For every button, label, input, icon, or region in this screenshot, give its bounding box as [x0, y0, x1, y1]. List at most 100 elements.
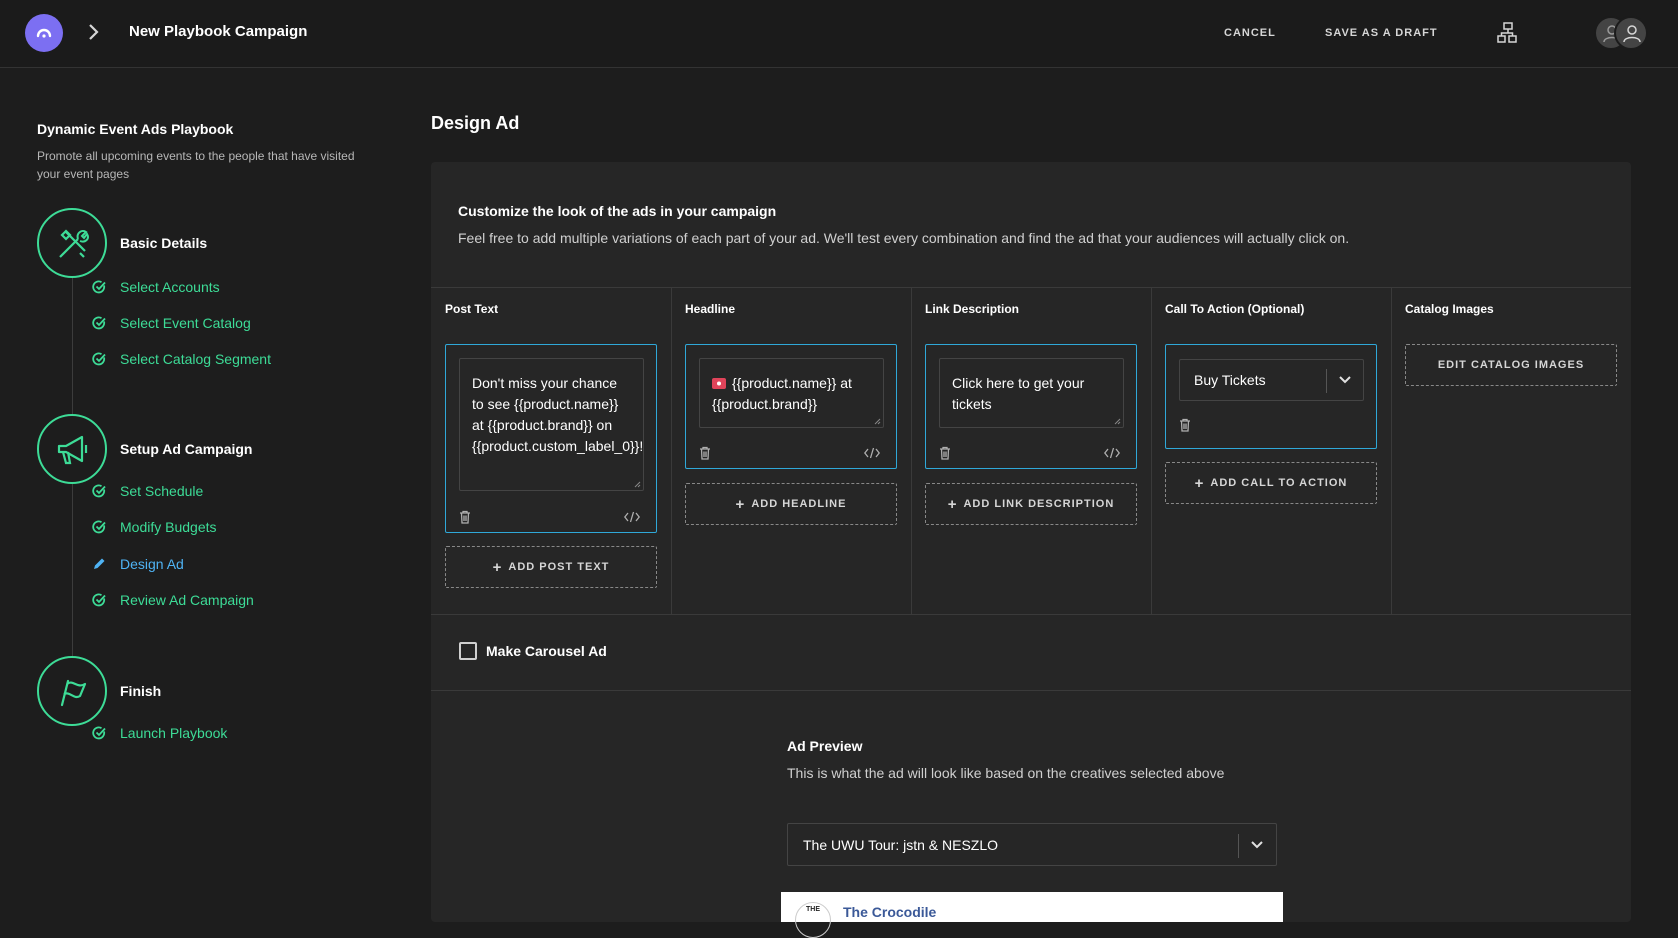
- column-header-post-text: Post Text: [445, 302, 499, 316]
- headline-value: {{product.name}} at {{product.brand}}: [712, 375, 852, 412]
- trash-icon[interactable]: [459, 510, 471, 524]
- plus-icon: +: [1194, 474, 1205, 492]
- link-description-input[interactable]: Click here to get your tickets: [939, 358, 1124, 428]
- ad-preview-frame: THE The Crocodile: [781, 892, 1283, 938]
- card-description: Feel free to add multiple variations of …: [458, 230, 1350, 246]
- step-title: Basic Details: [120, 235, 208, 251]
- sidebar-item-label: Design Ad: [120, 556, 184, 572]
- trash-icon[interactable]: [939, 446, 951, 460]
- step-title: Finish: [120, 683, 162, 699]
- column-divider: [1391, 287, 1392, 615]
- avatar[interactable]: [1614, 16, 1648, 50]
- sidebar-item-design-ad[interactable]: Design Ad: [92, 556, 184, 572]
- button-label: ADD LINK DESCRIPTION: [963, 498, 1115, 510]
- playbook-title: Dynamic Event Ads Playbook: [37, 121, 234, 137]
- add-post-text-button[interactable]: + ADD POST TEXT: [445, 546, 657, 588]
- plus-icon: +: [492, 558, 503, 576]
- column-divider: [911, 287, 912, 615]
- preview-event-value: The UWU Tour: jstn & NESZLO: [803, 837, 999, 853]
- add-link-description-button[interactable]: + ADD LINK DESCRIPTION: [925, 483, 1137, 525]
- code-icon[interactable]: [1104, 447, 1120, 459]
- ad-preview-description: This is what the ad will look like based…: [787, 765, 1225, 781]
- sidebar-item-label: Launch Playbook: [120, 725, 228, 741]
- trash-icon[interactable]: [699, 446, 711, 460]
- link-description-value: Click here to get your tickets: [952, 375, 1085, 412]
- code-icon[interactable]: [624, 511, 640, 523]
- flag-icon: [60, 679, 87, 707]
- resize-handle-icon[interactable]: [1113, 417, 1121, 425]
- sidebar-item-select-accounts[interactable]: Select Accounts: [92, 279, 220, 295]
- cancel-button[interactable]: CANCEL: [1224, 27, 1276, 39]
- post-text-variation: Don't miss your chance to see {{product.…: [445, 344, 657, 533]
- card-title: Customize the look of the ads in your ca…: [458, 203, 777, 219]
- sidebar-item-label: Select Accounts: [120, 279, 220, 295]
- user-icon: [1623, 25, 1641, 43]
- sidebar: Dynamic Event Ads Playbook Promote all u…: [0, 69, 420, 913]
- code-icon[interactable]: [864, 447, 880, 459]
- column-header-call-to-action: Call To Action (Optional): [1165, 302, 1305, 316]
- add-headline-button[interactable]: + ADD HEADLINE: [685, 483, 897, 525]
- check-circle-icon: [92, 352, 106, 366]
- chevron-down-icon: [1339, 376, 1351, 384]
- sidebar-item-set-schedule[interactable]: Set Schedule: [92, 483, 203, 499]
- post-text-input[interactable]: Don't miss your chance to see {{product.…: [459, 358, 644, 491]
- step-connector: [72, 277, 73, 417]
- check-circle-icon: [92, 593, 106, 607]
- column-divider: [671, 287, 672, 615]
- page-title: New Playbook Campaign: [129, 23, 308, 40]
- select-divider: [1326, 369, 1327, 393]
- resize-handle-icon[interactable]: [633, 480, 641, 488]
- design-ad-card: Customize the look of the ads in your ca…: [431, 162, 1631, 938]
- column-divider: [1151, 287, 1152, 615]
- megaphone-icon: [57, 435, 88, 465]
- sidebar-item-select-event-catalog[interactable]: Select Event Catalog: [92, 315, 251, 331]
- trash-icon[interactable]: [1179, 418, 1191, 432]
- check-circle-icon: [92, 726, 106, 740]
- add-call-to-action-button[interactable]: + ADD CALL TO ACTION: [1165, 462, 1377, 504]
- sidebar-item-label: Select Event Catalog: [120, 315, 251, 331]
- carousel-label: Make Carousel Ad: [486, 643, 607, 659]
- app-logo[interactable]: [25, 14, 63, 52]
- call-to-action-select[interactable]: Buy Tickets: [1179, 359, 1364, 401]
- playbook-description: Promote all upcoming events to the peopl…: [37, 149, 355, 181]
- user-avatars[interactable]: [1594, 16, 1650, 50]
- step-title: Setup Ad Campaign: [120, 441, 253, 457]
- plus-icon: +: [735, 495, 746, 513]
- sidebar-item-modify-budgets[interactable]: Modify Budgets: [92, 519, 217, 535]
- divider: [431, 690, 1631, 691]
- headline-input[interactable]: {{product.name}} at {{product.brand}}: [699, 358, 884, 428]
- pencil-icon: [94, 558, 105, 569]
- check-circle-icon: [92, 484, 106, 498]
- check-circle-icon: [92, 520, 106, 534]
- check-circle-icon: [92, 280, 106, 294]
- tools-icon: [59, 229, 89, 258]
- ad-preview-title: Ad Preview: [787, 738, 863, 754]
- make-carousel-checkbox[interactable]: Make Carousel Ad: [459, 642, 607, 660]
- headline-variation: {{product.name}} at {{product.brand}}: [685, 344, 897, 469]
- column-header-headline: Headline: [685, 302, 736, 316]
- save-draft-button[interactable]: SAVE AS A DRAFT: [1325, 27, 1438, 39]
- column-header-link-description: Link Description: [925, 302, 1020, 316]
- column-header-catalog-images: Catalog Images: [1405, 302, 1494, 316]
- plus-icon: +: [947, 495, 958, 513]
- sidebar-item-review-ad-campaign[interactable]: Review Ad Campaign: [92, 592, 254, 608]
- resize-handle-icon[interactable]: [873, 417, 881, 425]
- button-label: ADD POST TEXT: [508, 561, 610, 573]
- ticket-icon: [712, 378, 726, 389]
- step-setup-ad-campaign-icon: [37, 414, 107, 484]
- sidebar-item-label: Review Ad Campaign: [120, 592, 254, 608]
- call-to-action-variation: Buy Tickets: [1165, 344, 1377, 449]
- post-text-value: Don't miss your chance to see {{product.…: [472, 375, 644, 454]
- sidebar-item-launch-playbook[interactable]: Launch Playbook: [92, 725, 227, 741]
- preview-event-select[interactable]: The UWU Tour: jstn & NESZLO: [787, 823, 1277, 866]
- step-finish-icon: [37, 656, 107, 726]
- link-description-variation: Click here to get your tickets: [925, 344, 1137, 469]
- divider: [431, 287, 1631, 288]
- checkbox[interactable]: [459, 642, 477, 660]
- sidebar-item-select-catalog-segment[interactable]: Select Catalog Segment: [92, 351, 271, 367]
- page-name[interactable]: The Crocodile: [843, 904, 936, 920]
- sidebar-item-label: Select Catalog Segment: [120, 351, 271, 367]
- edit-catalog-images-button[interactable]: EDIT CATALOG IMAGES: [1405, 344, 1617, 386]
- sitemap-icon[interactable]: [1497, 22, 1517, 44]
- chevron-down-icon: [1251, 841, 1263, 849]
